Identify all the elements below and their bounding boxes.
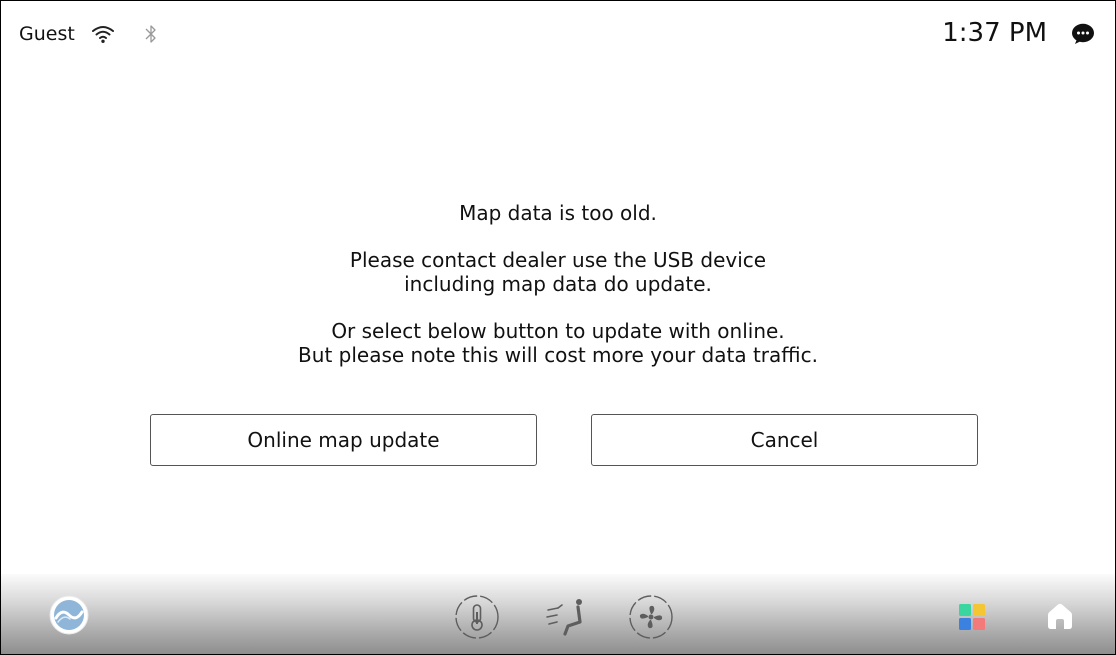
wifi-icon (92, 26, 114, 43)
chat-bubble-icon[interactable] (1071, 23, 1095, 45)
clock: 1:37 PM (942, 18, 1047, 48)
online-map-update-button[interactable]: Online map update (150, 414, 537, 466)
user-profile-label[interactable]: Guest (19, 23, 75, 45)
status-bar: Guest 1:37 PM (1, 1, 1115, 61)
temperature-icon[interactable] (454, 594, 500, 640)
dialog-message: Map data is too old. Please contact deal… (1, 201, 1115, 367)
home-icon[interactable] (1045, 602, 1075, 630)
apps-grid-icon[interactable] (959, 604, 985, 630)
cancel-button[interactable]: Cancel (591, 414, 978, 466)
message-line: But please note this will cost more your… (298, 343, 818, 367)
fan-icon[interactable] (628, 594, 674, 640)
message-line: Please contact dealer use the USB device (349, 248, 767, 272)
navigation-globe-icon[interactable] (48, 594, 90, 636)
bluetooth-icon (145, 25, 156, 43)
bottom-bar (1, 574, 1115, 654)
message-line: including map data do update. (404, 272, 712, 296)
message-line: Map data is too old. (459, 201, 657, 225)
seat-airflow-icon[interactable] (546, 596, 590, 638)
message-line: Or select below button to update with on… (331, 319, 785, 343)
screen: Guest 1:37 PM Map data is too old. Pleas… (0, 0, 1116, 655)
